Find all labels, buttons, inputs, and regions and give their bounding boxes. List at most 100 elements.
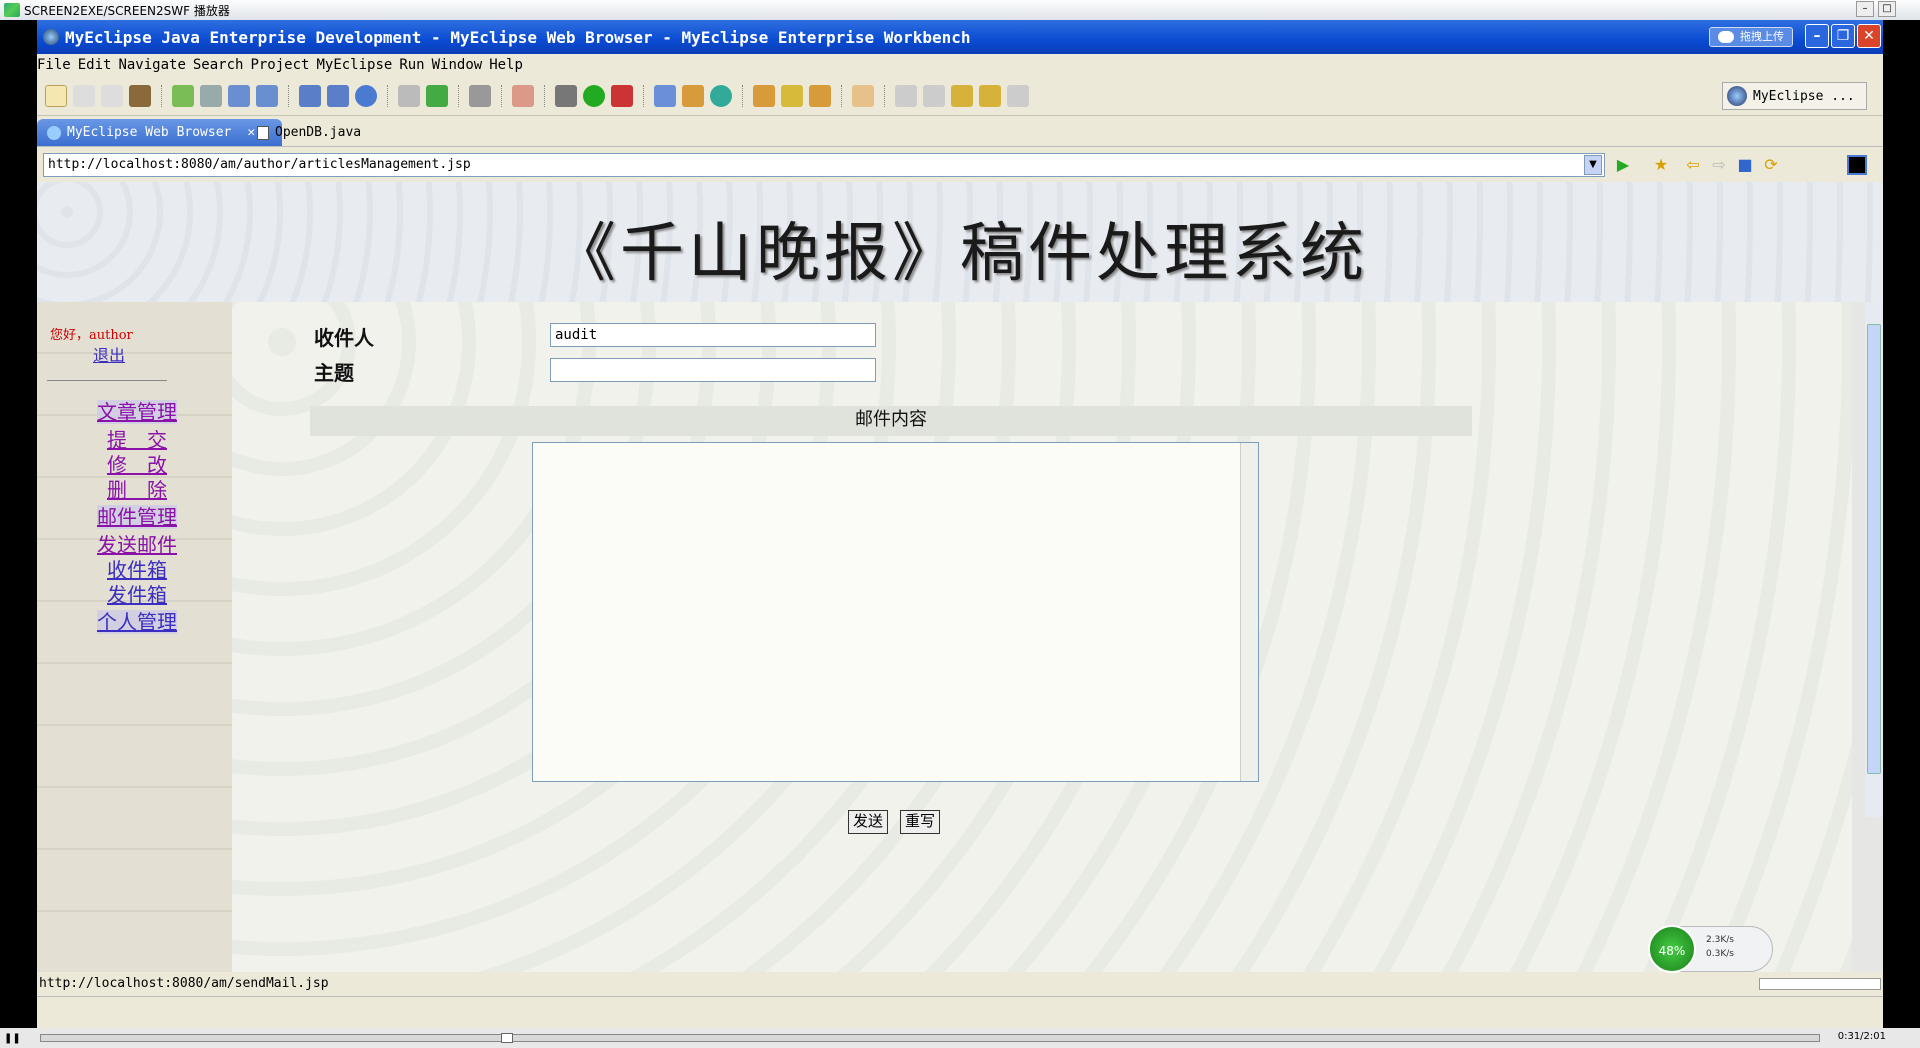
nav-outbox[interactable]: 发件箱 — [37, 579, 237, 608]
subject-input[interactable] — [550, 358, 876, 382]
menu-edit[interactable]: Edit — [78, 57, 112, 73]
menu-help[interactable]: Help — [489, 57, 523, 73]
marker-icon[interactable] — [809, 84, 831, 107]
timecode: 0:31/2:01 — [1837, 1031, 1886, 1042]
browser-forward-icon[interactable]: ⇨ — [1709, 155, 1729, 175]
recipient-input[interactable]: audit — [550, 323, 876, 347]
scrollbar-thumb[interactable] — [1867, 324, 1881, 774]
url-input[interactable]: http://localhost:8080/am/author/articles… — [43, 153, 1605, 177]
new-icon[interactable] — [45, 84, 67, 107]
menu-run[interactable]: Run — [399, 57, 424, 73]
status-bar: http://localhost:8080/am/sendMail.jsp — [37, 972, 1883, 996]
refresh-server-icon[interactable] — [710, 84, 732, 107]
reset-button[interactable]: 重写 — [900, 810, 941, 834]
menu-search[interactable]: Search — [193, 57, 244, 73]
restore-button[interactable]: ❐ — [1831, 24, 1855, 48]
toolbar-separator — [841, 84, 842, 107]
toolbar-separator — [742, 84, 743, 107]
perspective-switcher[interactable]: MyEclipse ... — [1722, 82, 1867, 110]
pause-icon[interactable]: ❚❚ — [4, 1033, 21, 1044]
network-speed-widget[interactable]: 48% 2.3K/s 0.3K/s — [1648, 925, 1773, 973]
recipient-label: 收件人 — [314, 326, 374, 350]
perspective-label: MyEclipse ... — [1753, 88, 1855, 104]
player-title-bar: SCREEN2EXE/SCREEN2SWF 播放器 – □ — [0, 0, 1920, 20]
greeting: 您好，author — [50, 328, 133, 343]
preview-icon[interactable] — [1847, 155, 1867, 175]
add-icon[interactable] — [426, 84, 448, 107]
browser-back-icon[interactable]: ⇦ — [1683, 155, 1703, 175]
page-title: 《千山晚报》稿件处理系统 — [552, 217, 1368, 291]
run-icon[interactable] — [583, 84, 605, 107]
globe-icon[interactable] — [355, 84, 377, 107]
deploy-icon[interactable] — [228, 84, 250, 107]
nav-mail-management[interactable]: 邮件管理 — [37, 501, 237, 530]
open-folder-icon[interactable] — [753, 84, 775, 107]
save-icon[interactable] — [73, 84, 95, 107]
favorites-icon[interactable]: ★ — [1651, 155, 1671, 175]
editor-tabs: MyEclipse Web Browser ✕ OpenDB.java — [37, 116, 1883, 146]
minimize-button[interactable]: – — [1805, 24, 1829, 48]
close-button[interactable]: ✕ — [1857, 24, 1881, 48]
tab-label: MyEclipse Web Browser — [67, 125, 232, 140]
last-edit-icon[interactable] — [951, 84, 973, 107]
send-button[interactable]: 发送 — [848, 810, 889, 834]
nav-article-management[interactable]: 文章管理 — [37, 396, 237, 425]
menu-navigate[interactable]: Navigate — [118, 57, 185, 73]
globe-icon — [47, 125, 61, 140]
external-tools-icon[interactable] — [611, 84, 633, 107]
stop-icon[interactable]: ■ — [1735, 155, 1755, 175]
task-icon[interactable] — [852, 84, 874, 107]
table-icon[interactable] — [299, 84, 321, 107]
textarea-scrollbar[interactable] — [1240, 443, 1258, 781]
web-page: 《千山晚报》稿件处理系统 您好，author 退出 文章管理 提 交 修 改 删… — [37, 182, 1883, 972]
pencil-icon[interactable] — [781, 84, 803, 107]
next-annotation-icon[interactable] — [895, 84, 917, 107]
upload-badge[interactable]: 拖拽上传 — [1709, 27, 1793, 47]
server-icon[interactable] — [200, 84, 222, 107]
player-controls: ❚❚ 0:31/2:01 — [0, 1028, 1920, 1048]
player-minimize-button[interactable]: – — [1856, 1, 1874, 17]
menu-file[interactable]: File — [37, 57, 71, 73]
toolbar-separator — [643, 84, 644, 107]
package-icon[interactable] — [129, 84, 151, 107]
refresh-icon[interactable]: ⟳ — [1761, 155, 1781, 175]
menu-project[interactable]: Project — [250, 57, 309, 73]
menu-window[interactable]: Window — [432, 57, 483, 73]
prev-annotation-icon[interactable] — [923, 84, 945, 107]
toolbar-separator — [458, 84, 459, 107]
player-title: SCREEN2EXE/SCREEN2SWF 播放器 — [24, 3, 230, 18]
player-maximize-button[interactable]: □ — [1878, 1, 1896, 17]
new-class-icon[interactable] — [682, 84, 704, 107]
tab-web-browser[interactable]: MyEclipse Web Browser ✕ — [37, 119, 282, 146]
speed-percent: 48% — [1648, 925, 1696, 973]
tab-opendb-java[interactable]: OpenDB.java — [247, 119, 377, 146]
toolbar-separator — [544, 84, 545, 107]
player-window-controls: – □ — [1856, 1, 1896, 17]
debug-icon[interactable] — [555, 84, 577, 107]
url-dropdown-icon[interactable]: ▼ — [1584, 155, 1602, 175]
page-scrollbar[interactable] — [1865, 302, 1883, 817]
export-icon[interactable] — [327, 84, 349, 107]
menu-myeclipse[interactable]: MyEclipse — [316, 57, 392, 73]
open-type-icon[interactable] — [654, 84, 676, 107]
console-icon[interactable] — [469, 84, 491, 107]
nav-delete[interactable]: 删 除 — [37, 474, 237, 503]
seek-knob[interactable] — [501, 1033, 513, 1043]
back-icon[interactable] — [979, 84, 1001, 107]
mail-body-textarea[interactable] — [532, 442, 1259, 782]
seek-bar[interactable] — [40, 1033, 1820, 1043]
forward-icon[interactable] — [1007, 84, 1029, 107]
bug-icon[interactable] — [172, 84, 194, 107]
upload-speed: 2.3K/s — [1706, 935, 1734, 945]
logout-link[interactable]: 退出 — [93, 342, 125, 366]
mail-compose-area: 收件人 audit 主题 邮件内容 发送 重写 — [232, 302, 1852, 972]
tools-icon[interactable] — [512, 84, 534, 107]
refresh-icon[interactable] — [398, 84, 420, 107]
search-icon[interactable] — [256, 84, 278, 107]
cloud-icon — [1718, 31, 1734, 43]
go-icon[interactable]: ▶ — [1613, 155, 1633, 175]
status-url: http://localhost:8080/am/sendMail.jsp — [39, 976, 329, 991]
myeclipse-logo-icon — [43, 29, 59, 45]
nav-personal-management[interactable]: 个人管理 — [37, 606, 237, 635]
print-icon[interactable] — [101, 84, 123, 107]
